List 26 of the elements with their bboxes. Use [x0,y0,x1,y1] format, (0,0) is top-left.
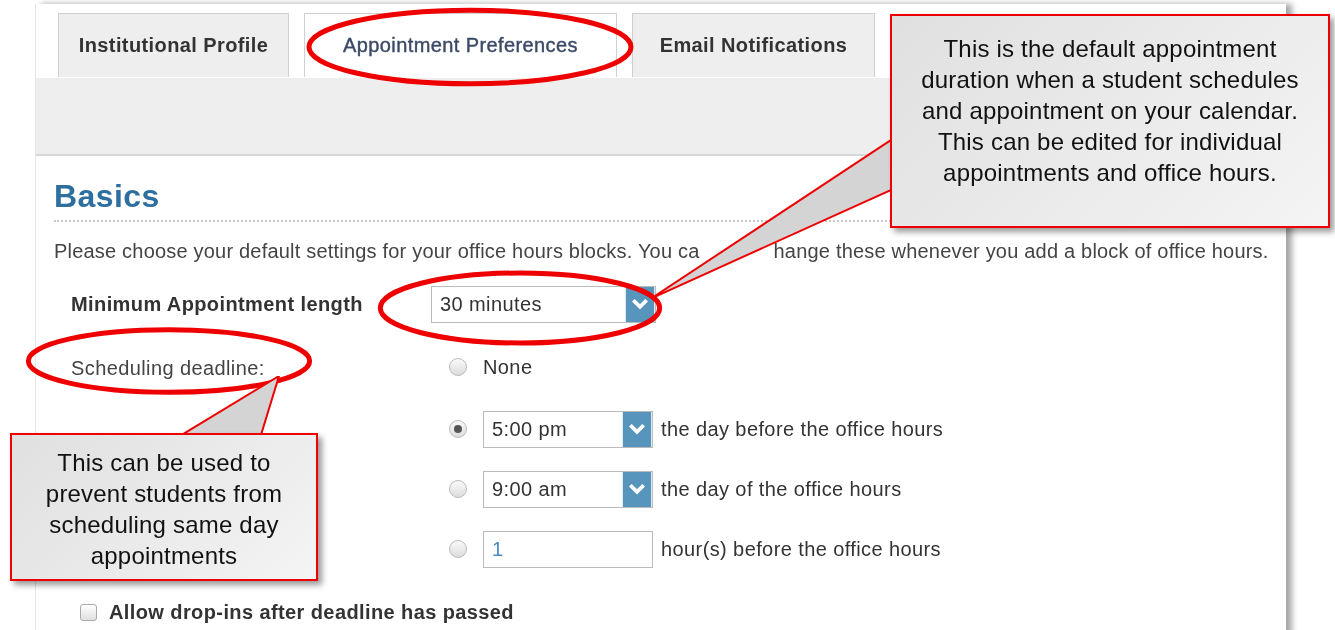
intro-text: hange these whenever you add a block of office hours. [773,240,1269,262]
checkbox[interactable] [80,604,97,621]
field-label: Minimum Appointment length [71,293,363,316]
radio-button[interactable] [449,480,467,498]
section-heading: Basics [54,178,161,216]
chevron-down-icon [622,471,652,507]
duration-dropdown[interactable]: 30 minutes [431,286,656,323]
option-label: hour(s) before the office hours [661,537,941,561]
time-dropdown[interactable]: 9:00 am [483,470,653,508]
tab[interactable]: Institutional Profile [58,13,289,77]
option-label: None [483,355,533,379]
chevron-down-icon [622,411,652,447]
callout-note: This is the default appointment duration when a student schedules and appointment on your calendar. This can be edited for individual appointments and office hours. [890,14,1330,228]
radio-button[interactable] [449,358,467,376]
radio-button[interactable] [449,540,467,558]
number-field[interactable]: 1 [483,530,653,568]
checkbox-label: Allow drop-ins after deadline has passed [109,601,514,624]
time-dropdown[interactable]: 5:00 pm [483,410,653,448]
tab[interactable]: Appointment Preferences [304,13,617,77]
tab[interactable]: Email Notifications [632,13,875,77]
radio-button[interactable] [449,420,467,438]
intro-text: Please choose your default settings for your office hours blocks. You ca [54,240,700,262]
option-label: the day of the office hours [661,477,902,501]
field-label: Scheduling deadline: [71,357,265,380]
option-label: the day before the office hours [661,417,944,441]
callout-note: This can be used to prevent students from scheduling same day appointments [10,433,318,581]
